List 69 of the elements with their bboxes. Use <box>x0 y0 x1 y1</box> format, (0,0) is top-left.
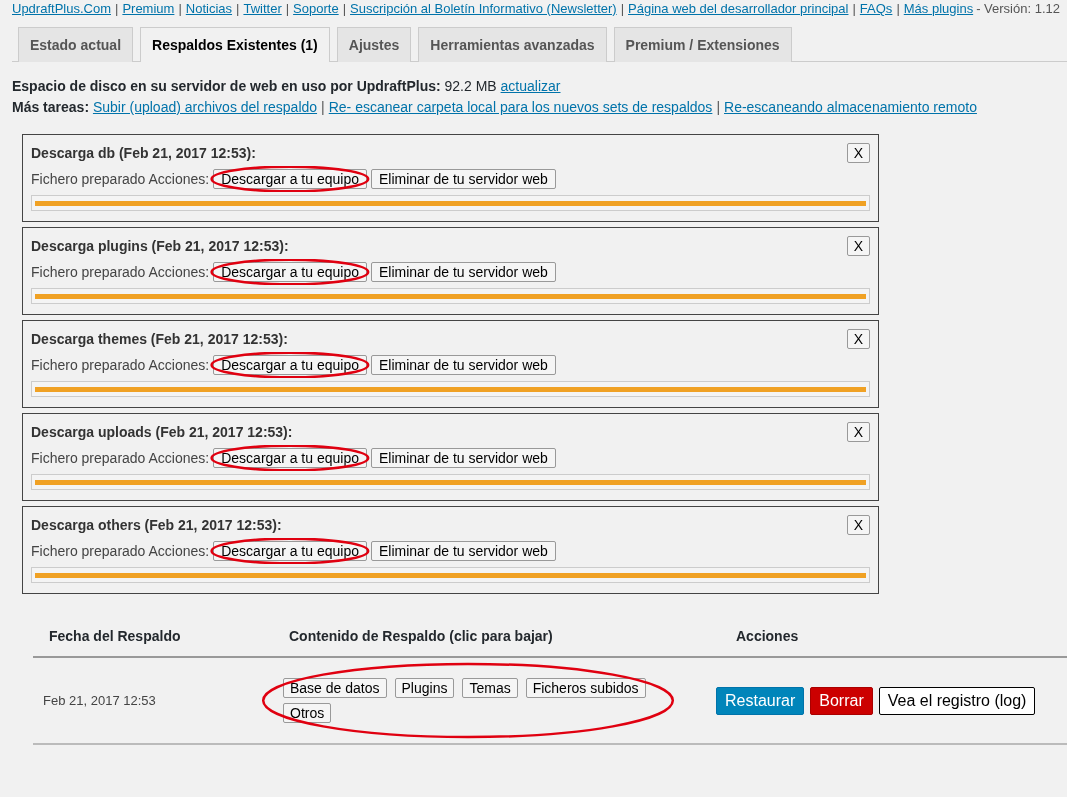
download-title: Descarga uploads (Feb 21, 2017 12:53): <box>31 424 293 440</box>
column-header: Contenido de Respaldo (clic para bajar) <box>289 628 554 644</box>
close-button[interactable]: X <box>846 515 870 535</box>
tab[interactable]: Respaldos Existentes (1) <box>140 27 330 62</box>
link-separator: | <box>284 1 291 17</box>
tab[interactable]: Ajustes <box>336 27 412 62</box>
column-header: Acciones <box>736 628 800 644</box>
task-link[interactable]: Subir (upload) archivos del respaldo <box>92 99 318 115</box>
header-link[interactable]: UpdraftPlus.Com <box>12 1 111 17</box>
link-separator: | <box>895 1 901 17</box>
status-text: Fichero preparado Acciones: <box>31 264 210 280</box>
download-title: Descarga others (Feb 21, 2017 12:53): <box>31 517 282 533</box>
status-text: Fichero preparado Acciones: <box>31 171 210 187</box>
link-separator: | <box>341 1 348 17</box>
header-link[interactable]: Suscripción al Boletín Informativo (Newsletter) <box>350 1 617 17</box>
header-link[interactable]: Premium <box>122 1 175 17</box>
link-separator: | <box>851 1 857 17</box>
close-button[interactable]: X <box>846 329 870 349</box>
version-text: - Versión: 1.12 <box>975 1 1060 17</box>
delete-button[interactable]: Eliminar de tu servidor web <box>371 355 556 375</box>
restore-button[interactable]: Restaurar <box>716 686 805 715</box>
delete-button[interactable]: Eliminar de tu servidor web <box>371 169 556 189</box>
close-button[interactable]: X <box>846 236 870 256</box>
download-title: Descarga db (Feb 21, 2017 12:53): <box>31 145 256 161</box>
tab[interactable]: Premium / Extensiones <box>613 27 792 62</box>
delete-button[interactable]: Eliminar de tu servidor web <box>371 541 556 561</box>
content-download-button[interactable]: Ficheros subidos <box>525 678 646 698</box>
disk-usage-value: 92.2 MB <box>444 78 497 94</box>
delete-button[interactable]: Eliminar de tu servidor web <box>371 262 556 282</box>
close-button[interactable]: X <box>846 422 870 442</box>
view-log-button[interactable]: Vea el registro (log) <box>878 686 1036 715</box>
download-button[interactable]: Descargar a tu equipo <box>213 262 367 282</box>
link-separator: | <box>235 1 241 17</box>
link-separator: | <box>177 1 183 17</box>
tab[interactable]: Herramientas avanzadas <box>418 27 607 62</box>
link-separator: | <box>619 1 626 17</box>
download-title: Descarga themes (Feb 21, 2017 12:53): <box>31 331 288 347</box>
close-button[interactable]: X <box>846 143 870 163</box>
more-tasks-label: Más tareas: <box>12 99 90 115</box>
refresh-link[interactable]: actualizar <box>500 78 561 94</box>
header-link[interactable]: Más plugins <box>903 1 974 17</box>
delete-backup-button[interactable]: Borrar <box>810 686 873 715</box>
link-separator: | <box>320 99 326 115</box>
download-title: Descarga plugins (Feb 21, 2017 12:53): <box>31 238 289 254</box>
download-button[interactable]: Descargar a tu equipo <box>213 541 367 561</box>
delete-button[interactable]: Eliminar de tu servidor web <box>371 448 556 468</box>
download-button[interactable]: Descargar a tu equipo <box>213 448 367 468</box>
column-header: Fecha del Respaldo <box>49 628 182 644</box>
disk-usage-label: Espacio de disco en su servidor de web en uso por UpdraftPlus: <box>12 78 441 94</box>
header-link[interactable]: FAQs <box>859 1 893 17</box>
link-separator: | <box>715 99 721 115</box>
header-link[interactable]: Noticias <box>185 1 233 17</box>
header-link[interactable]: Soporte <box>293 1 339 17</box>
link-separator: | <box>114 1 120 17</box>
task-link[interactable]: Re- escanear carpeta local para los nuevos sets de respaldos <box>328 99 713 115</box>
header-link[interactable]: Página web del desarrollador principal <box>628 1 849 17</box>
backup-date: Feb 21, 2017 12:53 <box>43 693 157 708</box>
header-link[interactable]: Twitter <box>243 1 282 17</box>
status-text: Fichero preparado Acciones: <box>31 357 210 373</box>
content-download-button[interactable]: Temas <box>462 678 518 698</box>
download-button[interactable]: Descargar a tu equipo <box>213 169 367 189</box>
status-text: Fichero preparado Acciones: <box>31 450 210 466</box>
content-download-button[interactable]: Plugins <box>394 678 455 698</box>
content-download-button[interactable]: Base de datos <box>283 678 387 698</box>
status-text: Fichero preparado Acciones: <box>31 543 210 559</box>
content-download-button[interactable]: Otros <box>283 703 332 723</box>
tab[interactable]: Estado actual <box>18 27 134 62</box>
download-button[interactable]: Descargar a tu equipo <box>213 355 367 375</box>
task-link[interactable]: Re-escaneando almacenamiento remoto <box>724 99 977 115</box>
